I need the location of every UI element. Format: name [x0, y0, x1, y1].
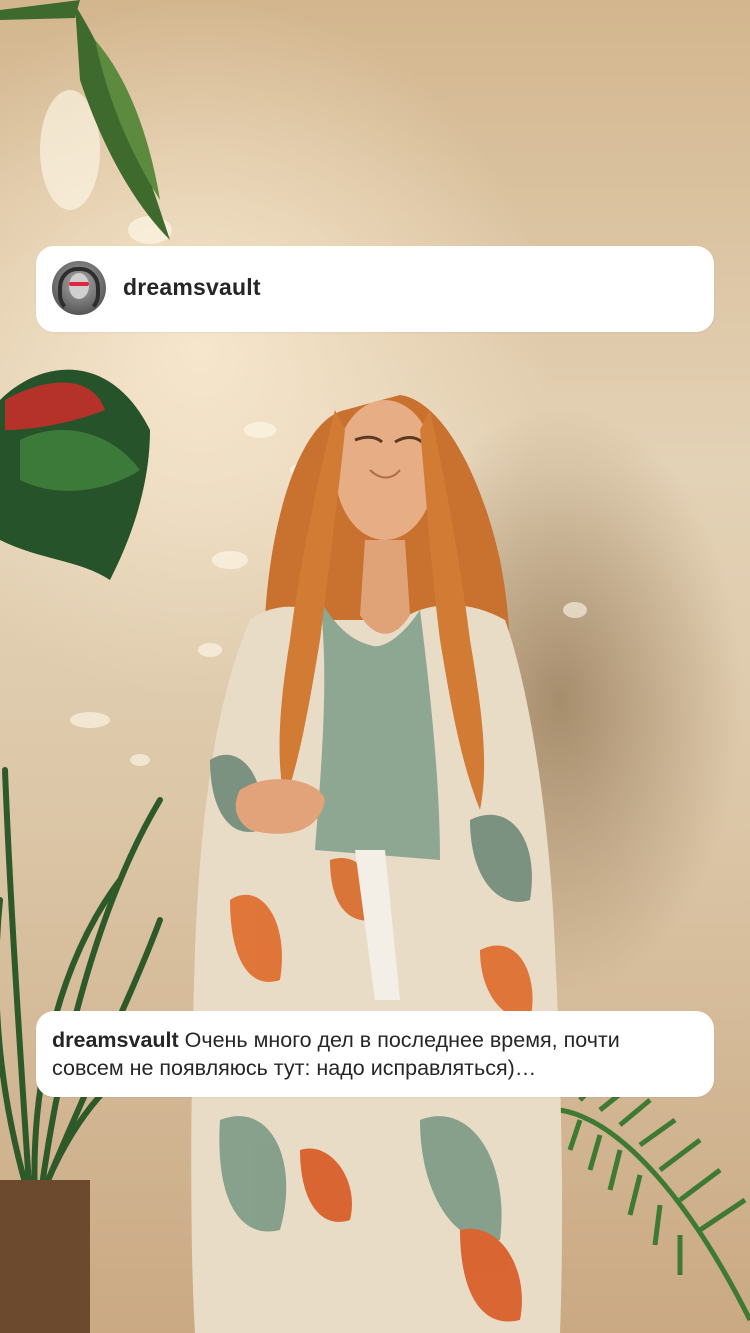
post-caption-card: dreamsvault Очень много дел в последнее …: [36, 1011, 714, 1097]
post-caption: dreamsvault Очень много дел в последнее …: [52, 1026, 696, 1082]
background-photo: [0, 0, 750, 1333]
profile-avatar[interactable]: [52, 261, 106, 315]
caption-username[interactable]: dreamsvault: [52, 1028, 179, 1052]
avatar-eyes: [69, 282, 89, 286]
photo-scene: [0, 0, 750, 1333]
post-username[interactable]: dreamsvault: [123, 274, 261, 301]
post-header-card: dreamsvault: [36, 246, 714, 332]
avatar-face: [69, 273, 89, 299]
